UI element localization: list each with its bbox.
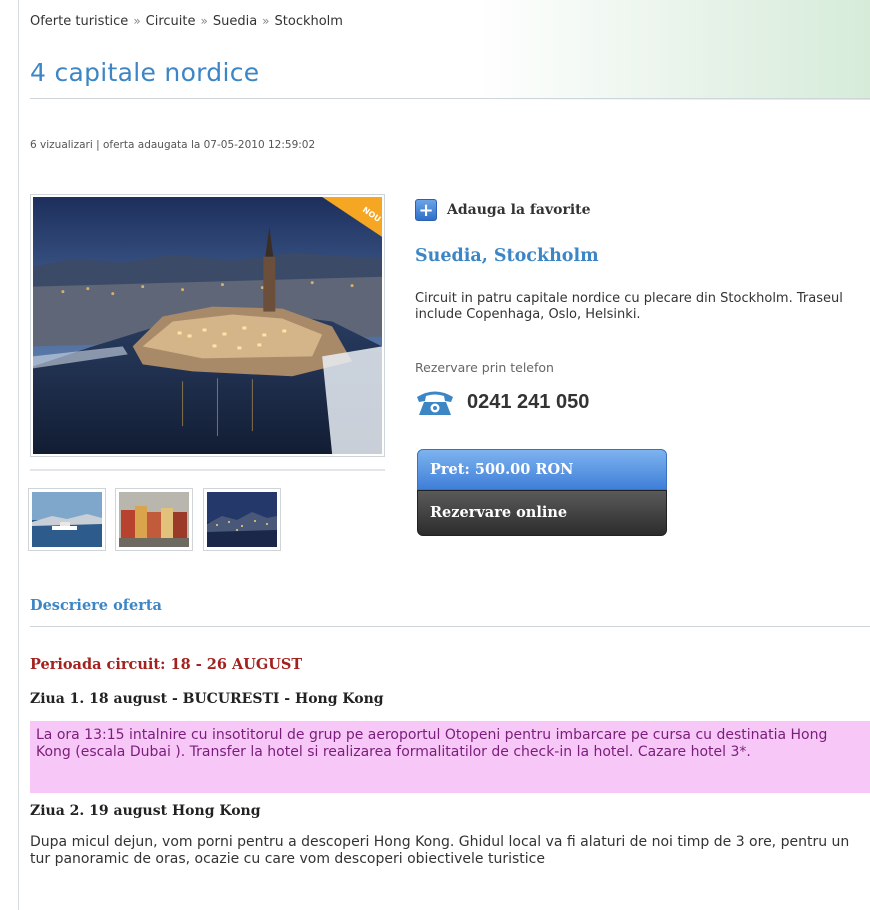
breadcrumb-suedia[interactable]: Suedia xyxy=(213,14,257,29)
breadcrumb-oferte-turistice[interactable]: Oferte turistice xyxy=(30,14,128,29)
thumbnail-3[interactable] xyxy=(203,488,281,551)
photo-divider xyxy=(30,469,385,471)
breadcrumb-separator: » xyxy=(133,14,141,28)
thumbnail-2[interactable] xyxy=(115,488,193,551)
breadcrumb-separator: » xyxy=(200,14,208,28)
day-1-text: La ora 13:15 intalnire cu insotitorul de… xyxy=(30,721,870,793)
section-title-description: Descriere oferta xyxy=(30,597,162,614)
content-border xyxy=(18,0,19,910)
thumbnail-1[interactable] xyxy=(28,488,106,551)
stockholm-photo: NOU xyxy=(33,197,382,454)
page-title: 4 capitale nordice xyxy=(30,58,260,87)
breadcrumb-separator: » xyxy=(262,14,270,28)
add-to-favorites-button[interactable]: + Adauga la favorite xyxy=(415,199,591,221)
phone-row: 0241 241 050 xyxy=(415,388,589,416)
day-2-text: Dupa micul dejun, vom porni pentru a des… xyxy=(30,834,850,867)
day-1-title: Ziua 1. 18 august - BUCURESTI - Hong Kon… xyxy=(30,691,384,707)
section-divider xyxy=(30,626,870,627)
destination-title: Suedia, Stockholm xyxy=(415,246,599,266)
title-divider xyxy=(30,98,870,99)
favorites-label: Adauga la favorite xyxy=(447,202,591,218)
day-2-title: Ziua 2. 19 august Hong Kong xyxy=(30,803,261,819)
offer-meta: 6 vizualizari | oferta adaugata la 07-05… xyxy=(30,139,316,151)
phone-booking-label: Rezervare prin telefon xyxy=(415,360,554,375)
breadcrumb-circuite[interactable]: Circuite xyxy=(146,14,196,29)
offer-page: Oferte turistice » Circuite » Suedia » Stockho… xyxy=(0,0,870,910)
plus-icon: + xyxy=(415,199,437,221)
phone-number[interactable]: 0241 241 050 xyxy=(467,391,589,414)
short-description: Circuit in patru capitale nordice cu ple… xyxy=(415,291,843,322)
tour-period: Perioada circuit: 18 - 26 AUGUST xyxy=(30,656,303,673)
breadcrumb: Oferte turistice » Circuite » Suedia » Stockho… xyxy=(30,14,343,29)
old-town-thumbnail xyxy=(119,492,189,547)
price-button[interactable]: Pret: 500.00 RON xyxy=(417,449,667,490)
main-photo[interactable]: NOU xyxy=(30,194,385,457)
book-online-button[interactable]: Rezervare online xyxy=(417,490,667,536)
telephone-icon xyxy=(417,391,453,415)
harbour-thumbnail xyxy=(32,492,102,547)
night-city-thumbnail xyxy=(207,492,277,547)
breadcrumb-stockholm[interactable]: Stockholm xyxy=(275,14,343,29)
